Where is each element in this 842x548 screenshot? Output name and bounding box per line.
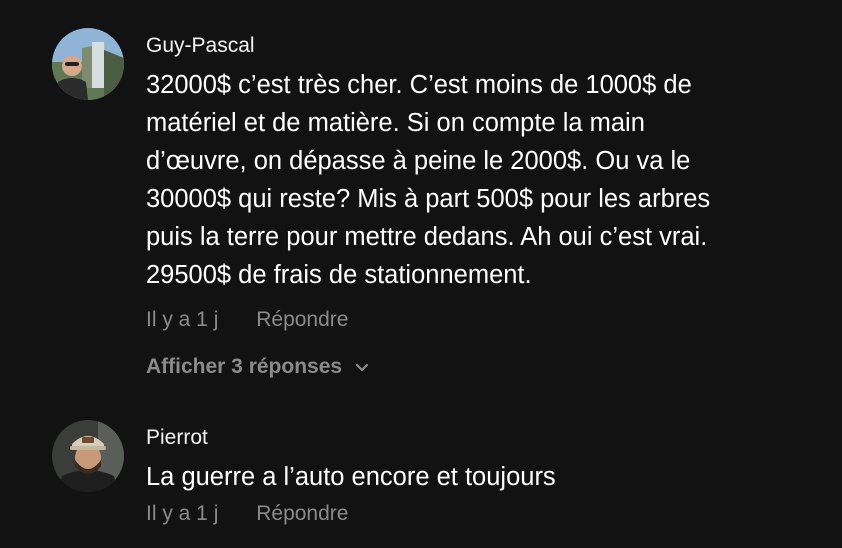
comment-text-line: 29500$ de frais de stationnement.	[146, 261, 532, 289]
comment-text-line: d’œuvre, on dépasse à peine le 2000$. Ou…	[146, 147, 691, 175]
avatar-photo-icon	[52, 28, 124, 100]
show-replies-label: Afficher 3 réponses	[146, 355, 343, 378]
comment-author[interactable]: Pierrot	[146, 426, 208, 450]
comment-timestamp: Il y a 1 j	[146, 308, 219, 331]
avatar[interactable]	[52, 28, 124, 100]
comment-timestamp: Il y a 1 j	[146, 502, 219, 525]
comment-text: 32000$ c’est très cher. C’est moins de 1…	[146, 66, 836, 294]
comment-text-line: puis la terre pour mettre dedans. Ah oui…	[146, 223, 708, 251]
reply-button[interactable]: Répondre	[256, 502, 348, 525]
reply-button[interactable]: Répondre	[256, 308, 348, 331]
comment-text-line: La guerre a l’auto encore et toujours	[146, 463, 556, 491]
comment-text-line: 32000$ c’est très cher. C’est moins de 1…	[146, 71, 692, 99]
comment-text-line: matériel et de matière. Si on compte la …	[146, 109, 645, 137]
avatar-photo-icon	[52, 420, 124, 492]
show-replies-button[interactable]: Afficher 3 réponses	[146, 355, 370, 379]
comment-meta: Il y a 1 j Répondre	[146, 308, 348, 332]
comment-text-line: 30000$ qui reste? Mis à part 500$ pour l…	[146, 185, 711, 213]
comment-author[interactable]: Guy-Pascal	[146, 34, 255, 58]
avatar[interactable]	[52, 420, 124, 492]
chevron-down-icon	[355, 364, 369, 372]
comment-meta: Il y a 1 j Répondre	[146, 502, 348, 526]
comment-text: La guerre a l’auto encore et toujours	[146, 458, 836, 496]
